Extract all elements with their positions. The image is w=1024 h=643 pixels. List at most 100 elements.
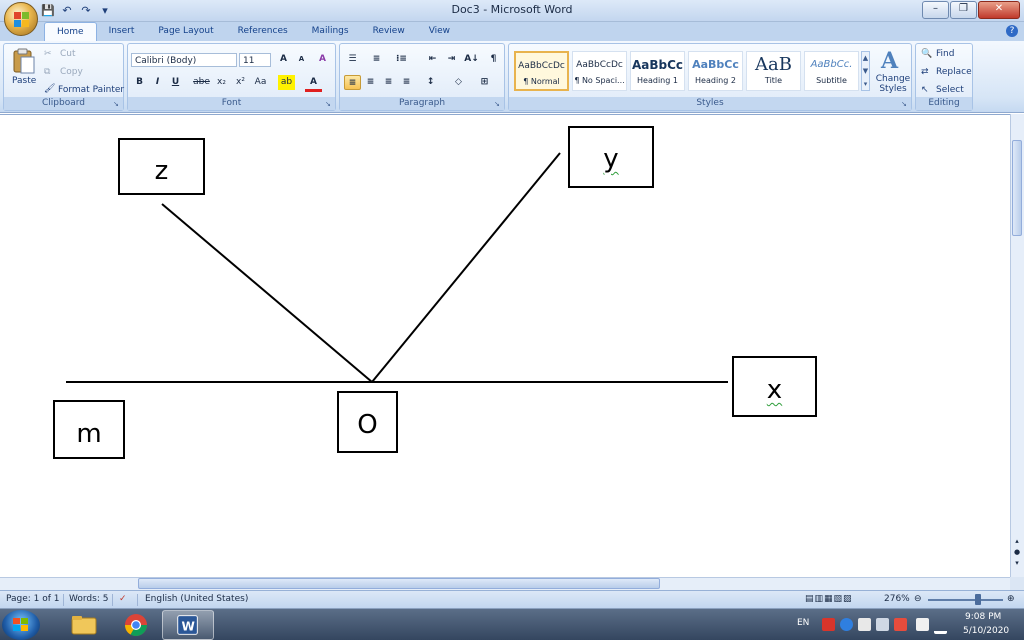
signal-icon[interactable]	[934, 618, 947, 634]
line-spacing-button[interactable]: ↕	[422, 75, 439, 90]
taskbar-chrome[interactable]	[110, 610, 162, 640]
dialog-launcher-icon[interactable]: ↘	[325, 100, 333, 108]
start-button[interactable]	[2, 610, 40, 640]
bold-button[interactable]: B	[131, 75, 148, 90]
highlight-button[interactable]: ab	[278, 75, 295, 90]
label-box-x[interactable]: x	[732, 356, 817, 417]
proofing-icon[interactable]: ✓	[119, 594, 127, 604]
taskbar-explorer[interactable]	[58, 610, 110, 640]
ray-oy-line[interactable]	[371, 152, 561, 383]
taskbar-word[interactable]: W	[162, 610, 214, 640]
cut-button[interactable]: Cut	[60, 49, 76, 59]
sync-icon[interactable]	[840, 618, 853, 631]
style-heading-1[interactable]: AaBbCc Heading 1	[630, 51, 685, 91]
zoom-out-icon[interactable]: ⊖	[914, 594, 922, 604]
bullets-button[interactable]: ☰	[344, 52, 361, 67]
vertical-scroll-thumb[interactable]	[1012, 140, 1022, 236]
mute-icon[interactable]	[894, 618, 907, 631]
change-case-button[interactable]: Aa	[252, 75, 269, 90]
find-button[interactable]: Find	[936, 49, 954, 59]
tab-view[interactable]: View	[417, 22, 462, 41]
volume-icon[interactable]	[876, 618, 889, 631]
align-right-button[interactable]: ≡	[380, 75, 397, 90]
undo-icon[interactable]: ↶	[59, 4, 75, 18]
help-icon[interactable]: ?	[1006, 25, 1018, 37]
justify-button[interactable]: ≡	[398, 75, 415, 90]
shrink-font-button[interactable]: A	[293, 52, 310, 67]
numbering-button[interactable]: ≡	[368, 52, 385, 67]
style-no-spacing[interactable]: AaBbCcDc ¶ No Spaci...	[572, 51, 627, 91]
zoom-in-icon[interactable]: ⊕	[1007, 594, 1015, 604]
tab-home[interactable]: Home	[44, 22, 97, 41]
label-box-y[interactable]: y	[568, 126, 654, 188]
office-button[interactable]	[4, 2, 38, 36]
tab-references[interactable]: References	[226, 22, 300, 41]
font-size-select[interactable]: 11	[239, 53, 271, 67]
format-painter-button[interactable]: Format Painter	[58, 85, 124, 95]
view-buttons-icon[interactable]: ▤▥▦▧▨	[805, 594, 853, 604]
replace-button[interactable]: Replace	[936, 67, 972, 77]
paste-icon[interactable]	[13, 48, 35, 74]
strikethrough-button[interactable]: abe	[193, 75, 210, 90]
style-normal[interactable]: AaBbCcDc ¶ Normal	[514, 51, 569, 91]
show-marks-button[interactable]: ¶	[485, 52, 502, 67]
input-language[interactable]: EN	[797, 618, 809, 628]
document-canvas[interactable]: z y x m O	[0, 114, 1010, 577]
network-adapter-icon[interactable]	[858, 618, 871, 631]
tab-mailings[interactable]: Mailings	[300, 22, 361, 41]
customize-qat-icon[interactable]: ▾	[97, 4, 113, 18]
clock-date[interactable]: 5/10/2020	[963, 626, 1009, 636]
change-styles-icon[interactable]: A	[879, 48, 903, 72]
dialog-launcher-icon[interactable]: ↘	[901, 100, 909, 108]
tab-review[interactable]: Review	[361, 22, 417, 41]
grow-font-button[interactable]: A	[275, 52, 292, 67]
align-left-button[interactable]: ≡	[344, 75, 361, 90]
maximize-button[interactable]: ❐	[950, 1, 977, 19]
multilevel-list-button[interactable]: ⁝≡	[393, 52, 410, 67]
minimize-button[interactable]: –	[922, 1, 949, 19]
style-subtitle[interactable]: AaBbCc. Subtitle	[804, 51, 859, 91]
paste-button[interactable]: Paste	[12, 76, 36, 86]
select-button[interactable]: Select	[936, 85, 964, 95]
decrease-indent-button[interactable]: ⇤	[424, 52, 441, 67]
save-icon[interactable]: 💾	[40, 4, 56, 18]
close-button[interactable]: ✕	[978, 1, 1020, 19]
center-button[interactable]: ≡	[362, 75, 379, 90]
word-count[interactable]: Words: 5	[69, 594, 108, 604]
increase-indent-button[interactable]: ⇥	[443, 52, 460, 67]
label-box-m[interactable]: m	[53, 400, 125, 459]
dialog-launcher-icon[interactable]: ↘	[494, 100, 502, 108]
tab-insert[interactable]: Insert	[97, 22, 147, 41]
style-title[interactable]: AaB Title	[746, 51, 801, 91]
change-styles-button[interactable]: Change Styles	[875, 74, 911, 94]
underline-button[interactable]: U	[167, 75, 184, 90]
antivirus-icon[interactable]	[822, 618, 835, 631]
font-color-button[interactable]: A	[305, 75, 322, 92]
zoom-level[interactable]: 276%	[884, 594, 910, 604]
label-box-z[interactable]: z	[118, 138, 205, 195]
ray-oz-line[interactable]	[161, 203, 373, 383]
browse-object-controls[interactable]: ▴ ● ▾	[1012, 536, 1022, 569]
shading-button[interactable]: ◇	[450, 75, 467, 90]
language-indicator[interactable]: English (United States)	[145, 594, 248, 604]
superscript-button[interactable]: x²	[232, 75, 249, 90]
label-box-o[interactable]: O	[337, 391, 398, 453]
subscript-button[interactable]: x₂	[213, 75, 230, 90]
page-count[interactable]: Page: 1 of 1	[6, 594, 60, 604]
clear-formatting-button[interactable]: A	[314, 52, 331, 67]
font-family-select[interactable]: Calibri (Body)	[131, 53, 237, 67]
borders-button[interactable]: ⊞	[476, 75, 493, 90]
horizontal-scroll-thumb[interactable]	[138, 578, 660, 589]
italic-button[interactable]: I	[149, 75, 166, 90]
dialog-launcher-icon[interactable]: ↘	[113, 100, 121, 108]
zoom-slider-track[interactable]	[928, 599, 1003, 601]
redo-icon[interactable]: ↷	[78, 4, 94, 18]
zoom-slider-handle[interactable]	[975, 594, 981, 605]
copy-button[interactable]: Copy	[60, 67, 83, 77]
sort-button[interactable]: A↓	[463, 52, 480, 67]
style-heading-2[interactable]: AaBbCc Heading 2	[688, 51, 743, 91]
clock-time[interactable]: 9:08 PM	[965, 612, 1001, 622]
tab-page-layout[interactable]: Page Layout	[146, 22, 225, 41]
styles-scroll[interactable]: ▲ ▼ ▾	[861, 51, 870, 91]
action-center-icon[interactable]	[916, 618, 929, 631]
